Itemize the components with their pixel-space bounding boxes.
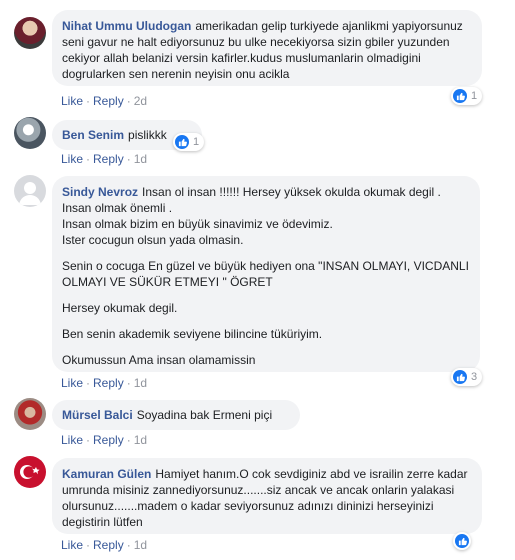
flag-icon — [20, 465, 40, 479]
thumbs-up-icon — [453, 89, 467, 103]
separator: · — [126, 538, 131, 552]
separator: · — [86, 94, 91, 108]
thumbs-up-icon — [455, 534, 469, 548]
like-link[interactable]: Like — [61, 376, 83, 390]
comment-text: pislikkk — [128, 128, 167, 142]
comment-author[interactable]: Nihat Ummu Uludogan — [62, 19, 191, 33]
comment-bubble: Mürsel Balci Soyadina bak Ermeni piçi — [52, 400, 300, 430]
reply-link[interactable]: Reply — [93, 376, 124, 390]
avatar[interactable] — [14, 117, 46, 149]
reply-link[interactable]: Reply — [93, 538, 124, 552]
comment-paragraph: Sindy Nevroz Insan ol insan !!!!!! Hersey… — [62, 184, 470, 248]
like-link[interactable]: Like — [61, 94, 83, 108]
separator: · — [126, 433, 131, 447]
comment-paragraph: Ben senin akademik seviyene bilincine tü… — [62, 327, 323, 341]
comment-paragraph: Hersey okumak degil. — [62, 301, 178, 315]
comment-actions: Like · Reply · 1d — [61, 376, 147, 390]
separator: · — [126, 152, 131, 166]
comment-paragraph: Okumussun Ama insan olamamissin — [62, 353, 256, 367]
separator: · — [86, 538, 91, 552]
avatar[interactable] — [14, 175, 46, 207]
separator: · — [86, 433, 91, 447]
timestamp[interactable]: 2d — [134, 94, 147, 108]
comment-actions: Like · Reply · 1d — [61, 538, 147, 552]
like-link[interactable]: Like — [61, 538, 83, 552]
reply-link[interactable]: Reply — [93, 433, 124, 447]
reply-link[interactable]: Reply — [93, 152, 124, 166]
comment-text: Soyadina bak Ermeni piçi — [136, 408, 273, 422]
comment-bubble: Nihat Ummu Uludogan amerikadan gelip turk… — [52, 10, 482, 86]
reaction-number: 3 — [471, 371, 478, 383]
comment-paragraph: Senin o cocuga En güzel ve büyük hediyen… — [62, 259, 473, 289]
like-link[interactable]: Like — [61, 433, 83, 447]
comment-author[interactable]: Ben Senim — [62, 128, 124, 142]
separator: · — [86, 152, 91, 166]
timestamp[interactable]: 1d — [134, 152, 147, 166]
default-avatar-icon — [19, 182, 41, 205]
comment-bubble: Kamuran Gülen Hamiyet hanım.O cok sevdigi… — [52, 458, 482, 534]
reaction-count[interactable]: 3 — [451, 368, 483, 386]
reply-link[interactable]: Reply — [93, 94, 124, 108]
comment-actions: Like · Reply · 1d — [61, 152, 147, 166]
timestamp[interactable]: 1d — [134, 538, 147, 552]
comment-author[interactable]: Kamuran Gülen — [62, 467, 151, 481]
thumbs-up-icon — [175, 135, 189, 149]
avatar[interactable] — [14, 17, 46, 49]
timestamp[interactable]: 1d — [134, 376, 147, 390]
comment-author[interactable]: Sindy Nevroz — [62, 185, 138, 199]
reaction-count[interactable]: 1 — [451, 87, 483, 105]
avatar[interactable] — [14, 456, 46, 488]
thumbs-up-icon — [453, 370, 467, 384]
avatar[interactable] — [14, 398, 46, 430]
like-link[interactable]: Like — [61, 152, 83, 166]
comment-actions: Like · Reply · 1d — [61, 433, 147, 447]
reaction-number: 1 — [471, 90, 478, 102]
reaction-count[interactable] — [453, 532, 471, 550]
comment-actions: Like · Reply · 2d — [61, 94, 147, 108]
separator: · — [126, 94, 131, 108]
comment-author[interactable]: Mürsel Balci — [62, 408, 133, 422]
comment-bubble: Sindy Nevroz Insan ol insan !!!!!! Hersey… — [52, 176, 480, 372]
reaction-number: 1 — [193, 136, 200, 148]
timestamp[interactable]: 1d — [134, 433, 147, 447]
reaction-count[interactable]: 1 — [173, 133, 205, 151]
separator: · — [126, 376, 131, 390]
separator: · — [86, 376, 91, 390]
